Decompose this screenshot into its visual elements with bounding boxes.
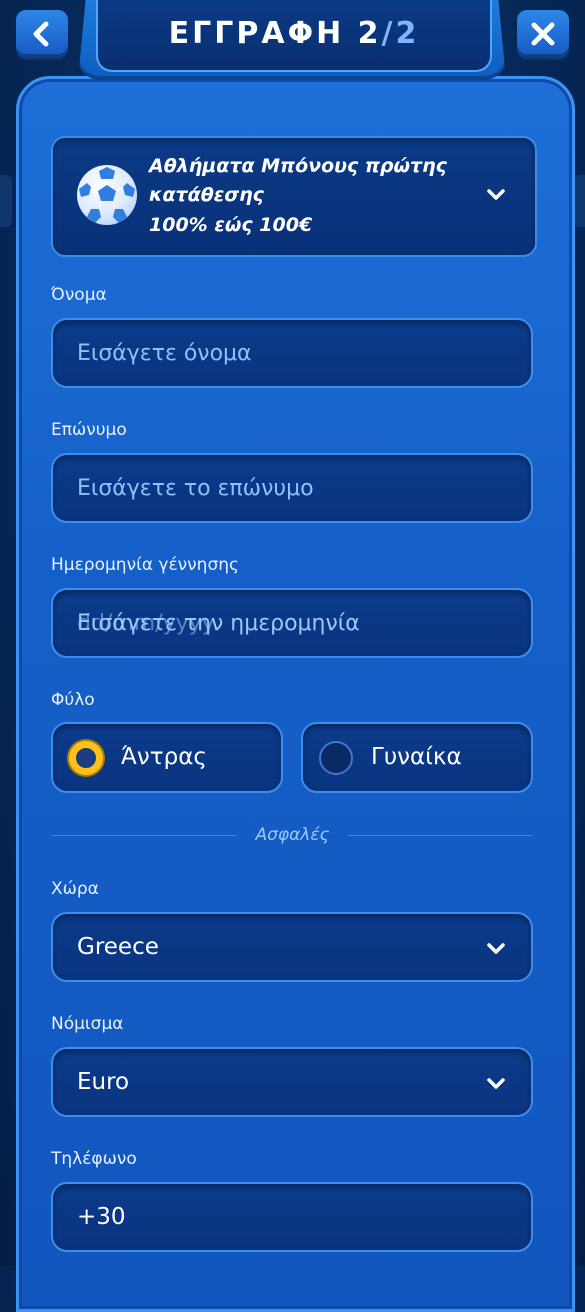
bonus-title: Αθλήματα Μπόνους πρώτης κατάθεσης [149, 155, 447, 206]
background-panel-hint [0, 175, 12, 227]
chevron-down-icon [485, 938, 507, 960]
radio-selected-icon [69, 741, 103, 775]
gender-label: Φύλο [51, 690, 95, 710]
first-name-label: Όνομα [51, 285, 107, 305]
chevron-down-icon [485, 1073, 507, 1095]
gender-option-label: Γυναίκα [371, 744, 462, 770]
radio-unselected-icon [319, 741, 353, 775]
title-total: 2 [395, 16, 420, 51]
gender-option-male[interactable]: Άντρας [51, 722, 283, 793]
first-name-placeholder: Εισάγετε όνομα [77, 341, 252, 366]
phone-value: +30 [77, 1204, 126, 1230]
currency-label: Νόμισμα [51, 1014, 124, 1034]
chevron-down-icon [485, 184, 507, 206]
gender-option-label: Άντρας [121, 744, 207, 770]
country-select[interactable]: Greece [51, 912, 533, 982]
birth-date-placeholder: Εισάγετε την ημερομηνία [77, 611, 360, 636]
phone-label: Τηλέφωνο [51, 1149, 137, 1169]
last-name-field[interactable]: Εισάγετε το επώνυμο [51, 453, 533, 523]
soccer-ball-icon [77, 165, 137, 225]
birth-date-label: Ημερομηνία γέννησης [51, 555, 239, 575]
header: ΕΓΓΡΑΦΗ 2/2 [96, 0, 492, 72]
birth-date-field[interactable]: dd/mm/yyyy Εισάγετε την ημερομηνία [51, 588, 533, 658]
title-text: ΕΓΓΡΑΦΗ [168, 16, 345, 51]
chevron-left-icon [33, 21, 49, 47]
last-name-placeholder: Εισάγετε το επώνυμο [77, 476, 314, 501]
currency-value: Euro [77, 1069, 130, 1095]
gender-option-female[interactable]: Γυναίκα [301, 722, 533, 793]
country-label: Χώρα [51, 879, 99, 899]
back-button[interactable] [16, 10, 68, 58]
page-title: ΕΓΓΡΑΦΗ 2/2 [98, 16, 490, 51]
close-button[interactable] [517, 10, 569, 58]
last-name-label: Επώνυμο [51, 420, 127, 440]
secure-label: Ασφαλές [255, 825, 330, 845]
country-value: Greece [77, 934, 159, 960]
first-name-field[interactable]: Εισάγετε όνομα [51, 318, 533, 388]
currency-select[interactable]: Euro [51, 1047, 533, 1117]
title-separator: / [381, 16, 396, 51]
title-step: 2 [357, 16, 382, 51]
divider-line [348, 835, 533, 836]
bonus-subtitle: 100% εώς 100€ [149, 214, 313, 236]
bonus-selector[interactable]: Αθλήματα Μπόνους πρώτης κατάθεσης 100% ε… [51, 136, 537, 257]
phone-field[interactable]: +30 [51, 1182, 533, 1252]
divider-line [51, 835, 237, 836]
close-icon [531, 22, 555, 46]
registration-panel [16, 76, 575, 1312]
